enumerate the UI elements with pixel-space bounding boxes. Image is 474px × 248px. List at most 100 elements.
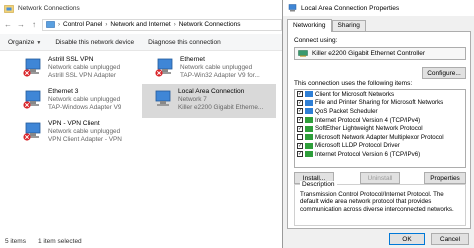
connection-status: Network cable unplugged (180, 64, 253, 72)
component-icon (305, 99, 313, 106)
disable-device-button[interactable]: Disable this network device (55, 39, 134, 46)
nc-title-bar: Network Connections (0, 0, 282, 17)
address-row: ← → ↑ › Control Panel › Network and Inte… (0, 17, 282, 32)
network-connections-window: Network Connections ← → ↑ › Control Pane… (0, 0, 282, 248)
description-label: Description (300, 181, 337, 188)
connection-adapter: VPN Client Adapter - VPN (48, 136, 122, 144)
chevron-down-icon: ▼ (36, 39, 42, 46)
network-adapter-icon (288, 4, 297, 12)
connection-status: Network 7 (178, 96, 207, 104)
adapter-field: Killer e2200 Gigabit Ethernet Controller (294, 47, 466, 60)
component-icon (305, 91, 313, 98)
item-count: 5 items (5, 238, 26, 245)
list-item[interactable]: ✓ SoftEther Lightweight Network Protocol (295, 124, 465, 133)
list-item-label: Internet Protocol Version 6 (TCP/IPv6) (315, 150, 421, 158)
back-icon[interactable]: ← (3, 20, 13, 29)
properties-button[interactable]: Properties (424, 172, 466, 184)
properties-title-bar: Local Area Connection Properties (283, 0, 474, 16)
connect-using-label: Connect using: (294, 37, 338, 44)
selected-count: 1 item selected (37, 238, 82, 245)
network-adapter-icon (22, 56, 44, 78)
organize-label: Organize (8, 38, 35, 46)
disconnected-x-icon (23, 69, 31, 77)
breadcrumb[interactable]: › Control Panel › Network and Internet ›… (42, 18, 282, 31)
control-panel-icon (46, 20, 55, 28)
checkbox-checked[interactable]: ✓ (297, 91, 303, 98)
cancel-button[interactable]: Cancel (431, 233, 469, 245)
chevron-right-icon: › (173, 21, 176, 28)
properties-title: Local Area Connection Properties (301, 4, 400, 12)
checkbox-checked[interactable]: ✓ (297, 125, 303, 132)
checkbox-checked[interactable]: ✓ (297, 108, 303, 115)
items-label: This connection uses the following items… (294, 80, 413, 87)
diagnose-button[interactable]: Diagnose this connection (148, 39, 221, 46)
connection-name: Ethernet 3 (48, 88, 79, 95)
connection-name: Ethernet (180, 56, 205, 63)
description-group: Description Transmission Control Protoco… (294, 181, 466, 226)
component-icon (305, 134, 313, 141)
breadcrumb-network-internet[interactable]: Network and Internet (110, 21, 170, 28)
connection-adapter: TAP-Windows Adapter V9 (48, 104, 122, 112)
nc-title: Network Connections (18, 5, 80, 12)
network-adapter-icon (22, 120, 44, 142)
connection-local-area-connection[interactable]: Local Area Connection Network 7 Killer e… (142, 84, 276, 118)
connection-adapter: Astrill SSL VPN Adapter (48, 72, 116, 80)
properties-dialog: Local Area Connection Properties Network… (282, 0, 474, 248)
list-item[interactable]: ✓ QoS Packet Scheduler (295, 107, 465, 116)
nc-toolbar: Organize ▼ Disable this network device Di… (0, 34, 282, 51)
list-item-label: SoftEther Lightweight Network Protocol (315, 125, 423, 133)
checkbox-checked[interactable]: ✓ (297, 142, 303, 149)
chevron-right-icon: › (105, 21, 108, 28)
connection-status: Network cable unplugged (48, 128, 121, 136)
list-item[interactable]: ✓ Internet Protocol Version 6 (TCP/IPv6) (295, 150, 465, 159)
connection-adapter: Killer e2200 Gigabit Etherne... (178, 104, 264, 112)
network-adapter-icon (154, 56, 176, 78)
list-item[interactable]: Microsoft Network Adapter Multiplexor Pr… (295, 133, 465, 142)
component-icon (305, 108, 313, 115)
list-item[interactable]: ✓ Client for Microsoft Networks (295, 90, 465, 99)
chevron-right-icon: › (58, 21, 60, 28)
connection-vpn-client[interactable]: VPN - VPN Client Network cable unplugged… (20, 118, 148, 148)
disconnected-x-icon (23, 133, 31, 141)
ok-button[interactable]: OK (389, 233, 425, 245)
networking-panel: Connect using: Killer e2200 Gigabit Ethe… (287, 31, 471, 229)
components-list[interactable]: ✓ Client for Microsoft Networks ✓ File and … (294, 89, 466, 168)
disconnected-x-icon (155, 69, 163, 77)
list-item[interactable]: ✓ File and Printer Sharing for Microsoft … (295, 99, 465, 108)
connection-ethernet-3[interactable]: Ethernet 3 Network cable unplugged TAP-W… (20, 86, 148, 116)
uninstall-button[interactable]: Uninstall (360, 172, 400, 184)
list-item-label: Internet Protocol Version 4 (TCP/IPv4) (315, 116, 421, 124)
network-adapter-icon (22, 88, 44, 110)
list-item[interactable]: ✓ Internet Protocol Version 4 (TCP/IPv4) (295, 116, 465, 125)
network-adapter-icon (152, 88, 174, 110)
up-icon[interactable]: ↑ (29, 20, 39, 29)
list-item-label: QoS Packet Scheduler (315, 107, 378, 115)
component-icon (305, 142, 313, 149)
connection-name: Local Area Connection (178, 88, 245, 95)
list-item-label: Microsoft Network Adapter Multiplexor Pr… (315, 133, 444, 141)
breadcrumb-network-connections[interactable]: Network Connections (179, 21, 241, 28)
configure-button[interactable]: Configure... (422, 67, 466, 79)
status-bar: 5 items 1 item selected (0, 235, 282, 248)
checkbox-unchecked[interactable] (297, 134, 303, 141)
organize-button[interactable]: Organize ▼ (8, 39, 41, 46)
breadcrumb-control-panel[interactable]: Control Panel (63, 21, 102, 28)
checkbox-checked[interactable]: ✓ (297, 117, 303, 124)
list-item-label: File and Printer Sharing for Microsoft N… (315, 99, 444, 107)
tab-sharing[interactable]: Sharing (331, 20, 366, 31)
properties-tabs: Networking Sharing (287, 19, 366, 32)
network-card-icon (298, 50, 308, 57)
list-item[interactable]: ✓ Microsoft LLDP Protocol Driver (295, 142, 465, 151)
connection-status: Network cable unplugged (48, 64, 121, 72)
component-icon (305, 117, 313, 124)
tab-networking[interactable]: Networking (287, 19, 332, 32)
adapter-name: Killer e2200 Gigabit Ethernet Controller (312, 50, 426, 57)
connection-ethernet[interactable]: Ethernet Network cable unplugged TAP-Win… (152, 54, 280, 84)
component-icon (305, 151, 313, 158)
forward-icon[interactable]: → (16, 20, 26, 29)
network-folder-icon (4, 5, 14, 13)
list-item-label: Client for Microsoft Networks (315, 90, 395, 98)
connection-astrill-ssl-vpn[interactable]: Astrill SSL VPN Network cable unplugged … (20, 54, 148, 84)
checkbox-checked[interactable]: ✓ (297, 99, 303, 106)
checkbox-checked[interactable]: ✓ (297, 151, 303, 158)
